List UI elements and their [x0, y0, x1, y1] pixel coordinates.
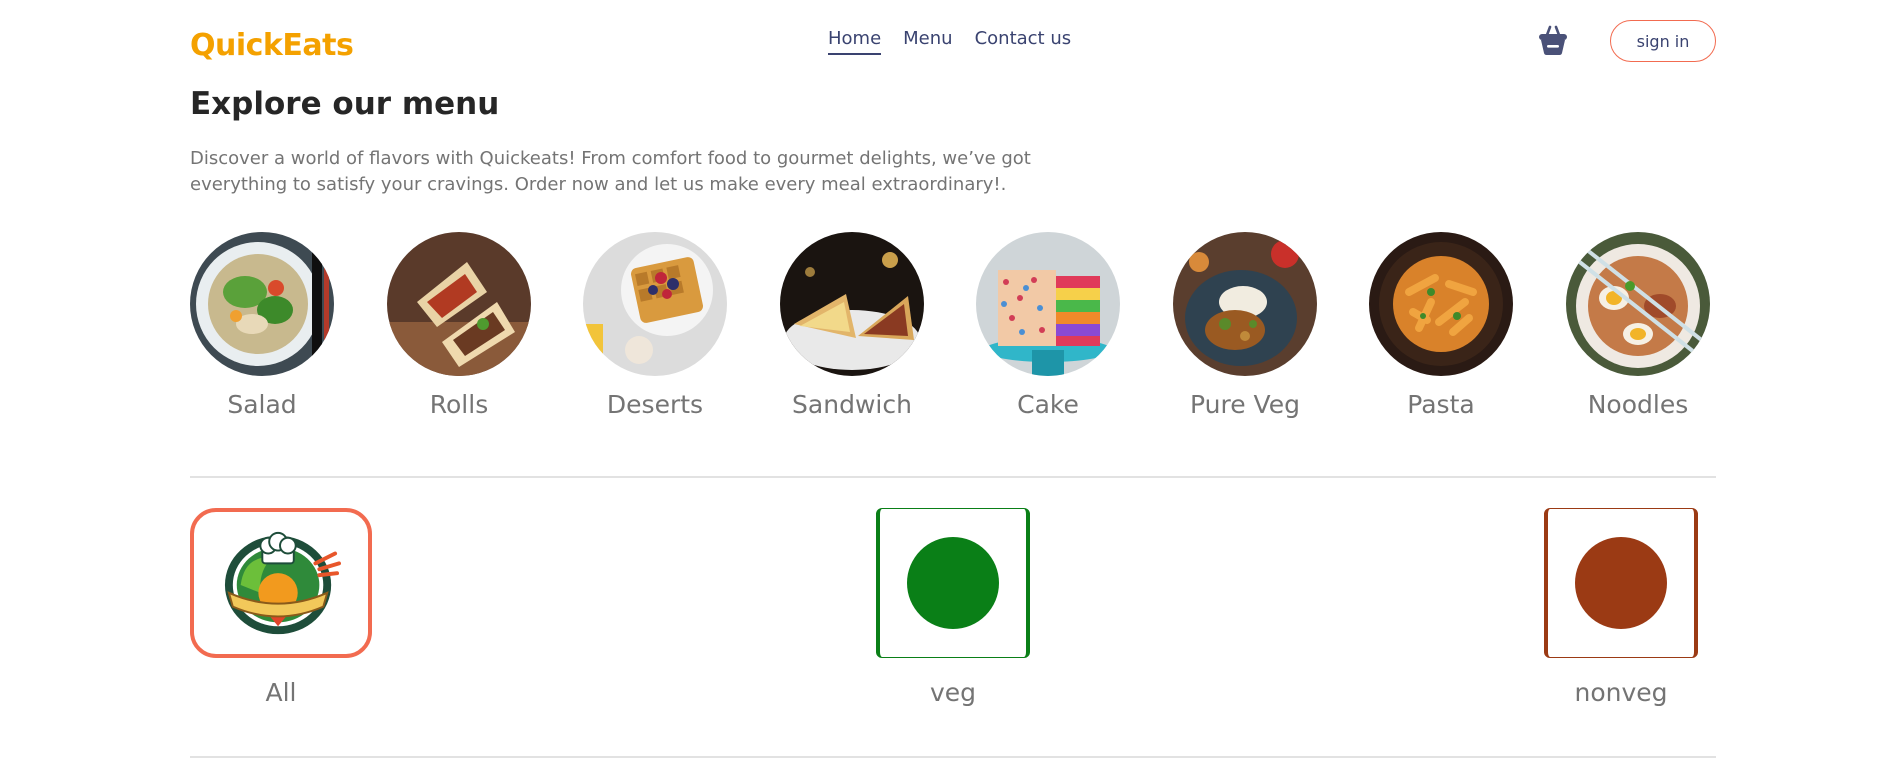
deserts-image — [583, 232, 727, 376]
section-divider — [190, 476, 1716, 478]
filter-all-label: All — [265, 678, 297, 707]
category-label: Pasta — [1407, 390, 1475, 419]
noodles-image — [1566, 232, 1710, 376]
nav-link-menu[interactable]: Menu — [903, 28, 952, 55]
category-label: Deserts — [606, 390, 704, 419]
category-label: Noodles — [1587, 390, 1689, 419]
veg-dot — [907, 537, 999, 629]
category-list: Salad Rolls Deserts Sandwich Cake Pure V… — [190, 232, 1716, 432]
veg-indicator-icon[interactable] — [876, 508, 1030, 658]
filter-veg-label: veg — [929, 678, 977, 707]
page-title: Explore our menu — [190, 86, 500, 122]
category-label: Pure Veg — [1190, 390, 1300, 419]
salad-image — [190, 232, 334, 376]
section-divider-bottom — [190, 756, 1716, 758]
rolls-image — [387, 232, 531, 376]
category-label: Rolls — [429, 390, 489, 419]
filter-all[interactable]: All — [190, 508, 372, 707]
brand-logo[interactable]: QuickEats — [190, 28, 354, 63]
filter-nonveg[interactable]: nonveg — [1544, 508, 1698, 707]
category-item-pure-veg[interactable]: Pure Veg — [1173, 232, 1317, 419]
category-label: Salad — [227, 390, 297, 419]
nonveg-indicator-icon[interactable] — [1544, 508, 1698, 658]
sandwich-image — [780, 232, 924, 376]
filter-all-box[interactable] — [190, 508, 372, 658]
category-item-pasta[interactable]: Pasta — [1369, 232, 1513, 419]
category-label: Sandwich — [792, 390, 912, 419]
filter-veg[interactable]: veg — [876, 508, 1030, 707]
category-item-sandwich[interactable]: Sandwich — [780, 232, 924, 419]
menu-description: Discover a world of flavors with Quickea… — [190, 148, 1031, 195]
filter-nonveg-label: nonveg — [1574, 678, 1668, 707]
nav-link-home[interactable]: Home — [828, 28, 882, 55]
category-item-noodles[interactable]: Noodles — [1566, 232, 1710, 419]
pasta-image — [1369, 232, 1513, 376]
category-label: Cake — [1017, 390, 1079, 419]
category-item-salad[interactable]: Salad — [190, 232, 334, 419]
nav-links: Home Menu Contact us — [828, 28, 1071, 55]
cake-image — [976, 232, 1120, 376]
navbar: QuickEats Home Menu Contact us sign in — [190, 16, 1716, 68]
category-item-rolls[interactable]: Rolls — [387, 232, 531, 419]
nonveg-dot — [1575, 537, 1667, 629]
basket-icon[interactable] — [1535, 22, 1571, 58]
sign-in-button[interactable]: sign in — [1610, 20, 1716, 62]
chef-logo-icon — [224, 531, 341, 635]
category-item-cake[interactable]: Cake — [976, 232, 1120, 419]
nav-link-contact[interactable]: Contact us — [975, 28, 1072, 55]
pure-veg-image — [1173, 232, 1317, 376]
diet-filter-list: All veg nonveg — [190, 508, 1716, 708]
category-item-deserts[interactable]: Deserts — [583, 232, 727, 419]
